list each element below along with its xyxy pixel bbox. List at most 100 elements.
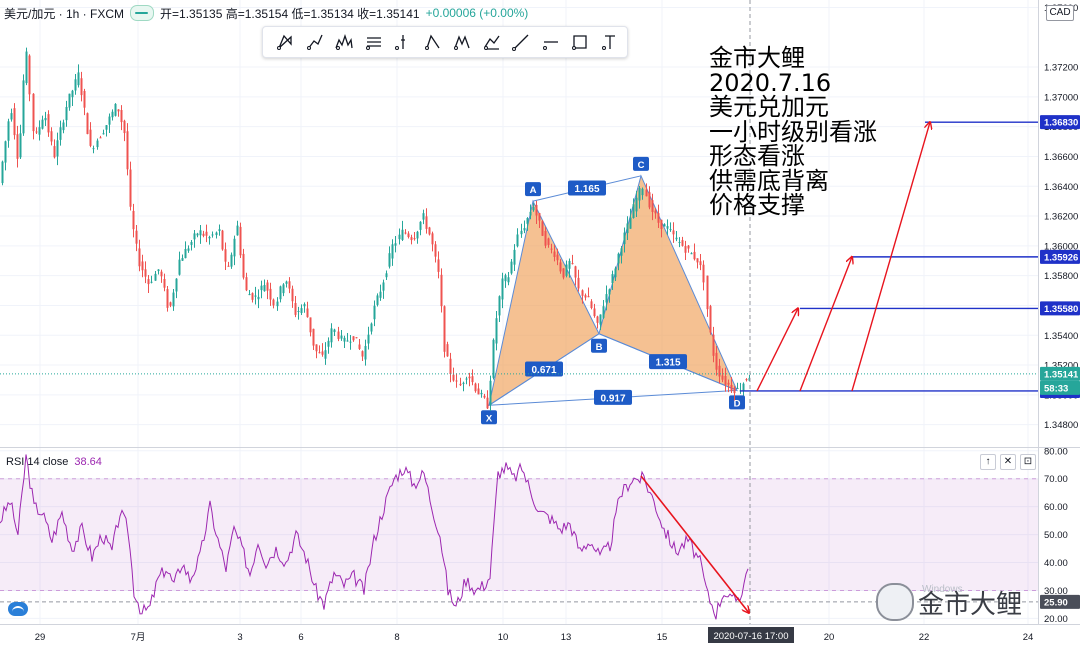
candle-body — [333, 329, 336, 333]
xabcd-pattern-tool-icon[interactable] — [275, 32, 295, 52]
time-tick-label: 22 — [919, 632, 930, 643]
time-tick-label: 3 — [237, 632, 242, 643]
candle-body — [413, 238, 416, 240]
last-price-label: 1.35141 — [1044, 369, 1079, 380]
trend-line-tool-icon[interactable] — [511, 32, 531, 52]
watermark-logo-icon — [876, 583, 914, 621]
candle-body — [483, 395, 486, 398]
candle-body — [47, 114, 50, 133]
candle-body — [687, 245, 690, 249]
candle-body — [654, 210, 657, 214]
candle-body — [706, 275, 709, 310]
triangle-pattern-tool-icon[interactable] — [393, 32, 413, 52]
candle-body — [13, 108, 16, 136]
pattern-point-label: B — [596, 342, 603, 353]
candle-body — [629, 217, 632, 229]
candle-body — [559, 262, 562, 272]
elliott-wave-tool-icon[interactable] — [452, 32, 472, 52]
candle-body — [422, 213, 425, 220]
candle-body — [574, 266, 577, 278]
candle-body — [71, 90, 74, 98]
candle-body — [202, 233, 205, 236]
candle-body — [373, 305, 376, 320]
pattern-point-label: X — [486, 413, 493, 424]
candle-body — [724, 375, 727, 385]
ohlc-values: 开=1.35135 高=1.35154 低=1.35134 收=1.35141 — [160, 6, 420, 21]
time-tick-label: 20 — [824, 632, 835, 643]
candle-body — [715, 352, 718, 370]
candle-body — [224, 249, 227, 262]
candle-body — [584, 295, 587, 298]
candle-body — [65, 106, 68, 121]
annotation-line-7: 价格支撑 — [709, 191, 805, 219]
candle-body — [407, 233, 410, 238]
candle-body — [666, 226, 669, 229]
elliott-triangle-tool-icon[interactable] — [482, 32, 502, 52]
candle-body — [672, 230, 675, 235]
candle-body — [68, 93, 71, 108]
symbol-label[interactable]: 美元/加元 · 1h · FXCM — [4, 5, 124, 22]
maximize-pane-button[interactable]: ⊡ — [1020, 454, 1036, 470]
candle-body — [709, 306, 712, 333]
currency-badge[interactable]: CAD — [1046, 5, 1074, 21]
text-tool-icon[interactable] — [600, 32, 620, 52]
close-pane-button[interactable]: ✕ — [1000, 454, 1016, 470]
candle-body — [492, 339, 495, 378]
candle-body — [745, 379, 748, 381]
horizontal-line-tool-icon[interactable] — [541, 32, 561, 52]
candle-body — [32, 93, 35, 132]
candle-body — [62, 122, 65, 131]
candle-body — [285, 281, 288, 284]
candle-body — [312, 328, 315, 346]
harmonic-pattern[interactable]: XABCD1.1650.6711.3150.917 — [481, 156, 745, 425]
tradingview-logo-icon[interactable] — [8, 602, 28, 616]
watermark: 金市大鲤 — [876, 580, 1022, 624]
candle-body — [690, 253, 693, 255]
candle-body — [215, 232, 218, 236]
candle-body — [565, 264, 568, 276]
candle-body — [126, 131, 129, 170]
candle-body — [648, 192, 651, 208]
annotation-line-1: 金市大鲤 — [709, 44, 805, 72]
cypher-pattern-tool-icon[interactable] — [305, 32, 325, 52]
candle-body — [288, 281, 291, 289]
rsi-tick-label: 60.00 — [1044, 502, 1068, 513]
candle-body — [123, 120, 126, 134]
candle-body — [364, 345, 367, 360]
time-tick-label: 7月 — [131, 632, 146, 643]
pattern-ratio-label: 1.315 — [655, 358, 680, 369]
abcd-pattern-tool-icon[interactable] — [364, 32, 384, 52]
candle-body — [187, 248, 190, 251]
level-axis-label: 1.36830 — [1044, 118, 1078, 129]
candle-body — [376, 295, 379, 305]
candle-body — [129, 169, 132, 207]
move-pane-up-button[interactable]: ↑ — [980, 454, 996, 470]
candle-body — [251, 293, 254, 300]
level-axis-label: 1.35926 — [1044, 252, 1078, 263]
chart-canvas[interactable]: XABCD1.1650.6711.3150.917 1.376001.37200… — [0, 0, 1080, 648]
candle-body — [553, 251, 556, 257]
candle-body — [632, 204, 635, 218]
compare-toggle-icon[interactable] — [130, 5, 155, 21]
candle-body — [495, 318, 498, 344]
candle-body — [486, 397, 489, 409]
head-shoulders-tool-icon[interactable] — [334, 32, 354, 52]
rsi-header[interactable]: RSI 14 close 38.64 — [6, 456, 102, 468]
time-tick-label: 15 — [657, 632, 668, 643]
three-drives-tool-icon[interactable] — [423, 32, 443, 52]
candle-body — [19, 133, 22, 158]
candle-body — [361, 351, 364, 357]
candle-body — [245, 277, 248, 291]
candle-body — [556, 254, 559, 261]
candle-body — [504, 275, 507, 282]
candle-body — [306, 308, 309, 318]
price-tick-label: 1.35400 — [1044, 331, 1078, 342]
rsi-tick-label: 20.00 — [1044, 614, 1068, 625]
candle-body — [510, 261, 513, 274]
candle-body — [41, 119, 44, 129]
candle-body — [227, 265, 230, 267]
rectangle-tool-icon[interactable] — [570, 32, 590, 52]
crosshair-time-label: 2020-07-16 17:00 — [713, 631, 788, 642]
candle-body — [349, 341, 352, 343]
candle-body — [254, 295, 257, 297]
